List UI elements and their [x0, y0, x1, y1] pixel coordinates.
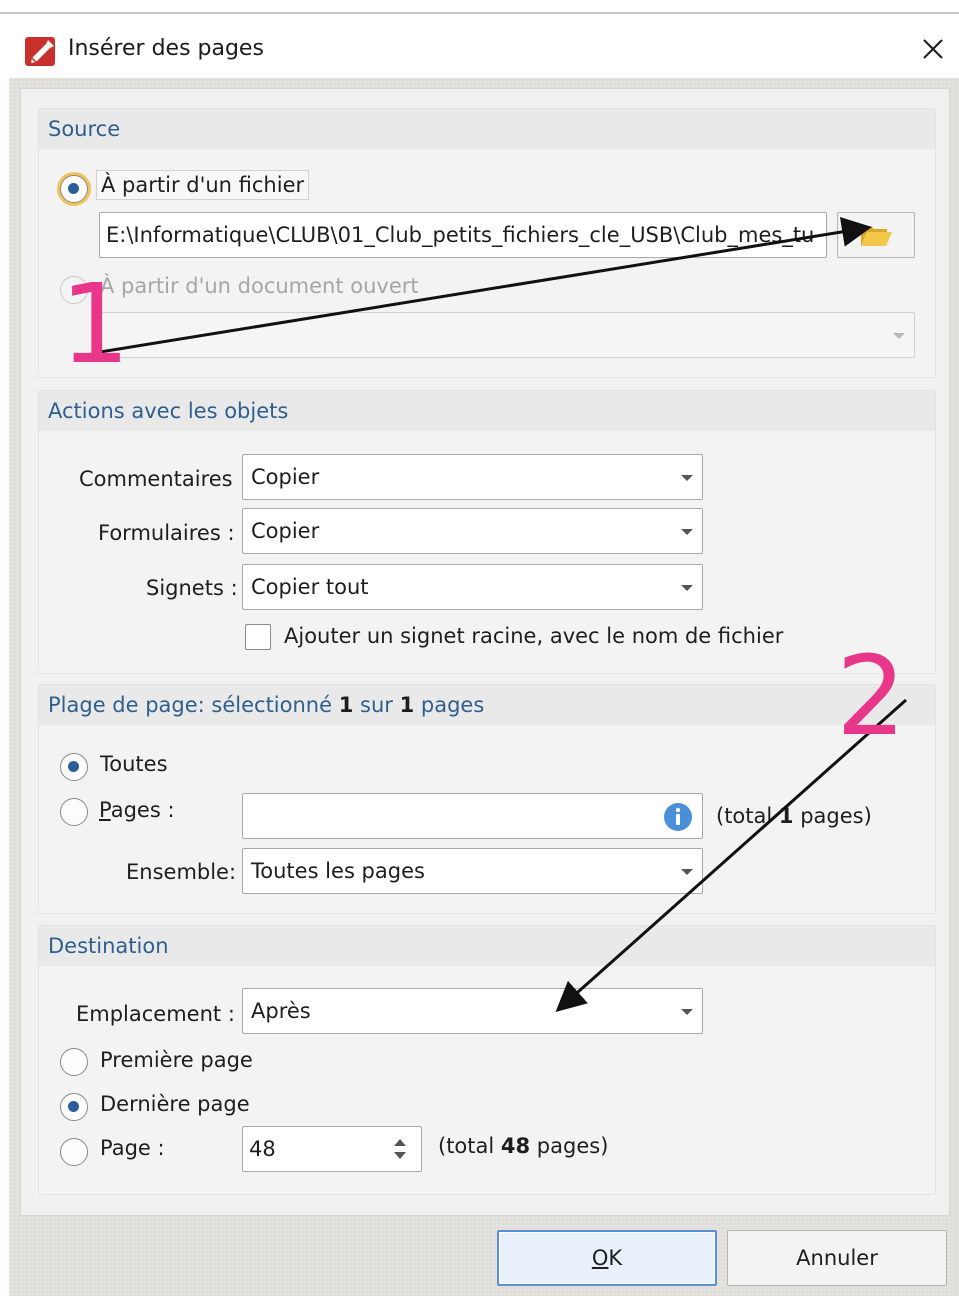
file-path-value: E:\Informatique\CLUB\01_Club_petits_fich… [106, 223, 815, 247]
insert-pages-dialog: Insérer des pages Source À partir d'un f… [0, 0, 959, 1296]
set-value: Toutes les pages [251, 859, 425, 883]
page-total-text: (total 48 pages) [438, 1134, 609, 1158]
set-select[interactable]: Toutes les pages [242, 848, 703, 894]
bookmarks-select[interactable]: Copier tout [242, 564, 703, 610]
last-page-label[interactable]: Dernière page [100, 1092, 250, 1116]
page-range-title: Plage de page: sélectionné 1 sur 1 pages [48, 693, 485, 717]
page-radio[interactable] [60, 1138, 88, 1166]
cancel-button[interactable]: Annuler [727, 1230, 947, 1286]
stepper-arrows-icon[interactable] [391, 1135, 409, 1163]
source-section-title: Source [48, 117, 121, 141]
comments-label: Commentaires [79, 467, 233, 491]
bookmarks-value: Copier tout [251, 575, 369, 599]
from-open-document-label: À partir d'un document ouvert [100, 274, 419, 298]
forms-value: Copier [251, 519, 320, 543]
bookmarks-label: Signets : [146, 576, 238, 600]
pages-total-text: (total 1 pages) [716, 804, 872, 828]
pdf-editor-icon [25, 37, 55, 66]
last-page-radio[interactable] [60, 1093, 88, 1121]
chevron-down-icon [681, 869, 693, 875]
comments-select[interactable]: Copier [242, 454, 703, 500]
dialog-title: Insérer des pages [68, 36, 264, 61]
chevron-down-icon [893, 333, 905, 339]
from-file-radio[interactable] [60, 175, 88, 203]
object-actions-title: Actions avec les objets [48, 399, 289, 423]
all-pages-radio[interactable] [60, 753, 88, 781]
root-bookmark-label[interactable]: Ajouter un signet racine, avec le nom de… [284, 624, 783, 648]
browse-file-button[interactable] [837, 212, 915, 258]
destination-title: Destination [48, 934, 169, 958]
folder-open-icon [861, 226, 892, 246]
ok-button[interactable]: OK [497, 1230, 717, 1286]
info-icon[interactable] [663, 802, 693, 832]
chevron-down-icon [681, 585, 693, 591]
pages-input[interactable] [242, 793, 703, 839]
from-file-label[interactable]: À partir d'un fichier [96, 170, 310, 200]
location-value: Après [251, 999, 311, 1023]
root-bookmark-checkbox[interactable] [245, 624, 271, 650]
close-icon [923, 39, 943, 59]
comments-value: Copier [251, 465, 320, 489]
close-button[interactable] [910, 26, 956, 72]
location-select[interactable]: Après [242, 988, 703, 1034]
location-label: Emplacement : [76, 1002, 235, 1026]
page-number-value: 48 [249, 1137, 276, 1161]
chevron-down-icon [681, 529, 693, 535]
pages-label[interactable]: Pages : [99, 798, 175, 822]
first-page-label[interactable]: Première page [100, 1048, 253, 1072]
chevron-down-icon [681, 475, 693, 481]
open-document-select[interactable] [99, 312, 915, 358]
forms-select[interactable]: Copier [242, 508, 703, 554]
forms-label: Formulaires : [98, 521, 235, 545]
title-bar: Insérer des pages [0, 16, 959, 78]
chevron-down-icon [681, 1009, 693, 1015]
all-pages-label[interactable]: Toutes [100, 752, 168, 776]
page-number-stepper[interactable]: 48 [242, 1126, 422, 1172]
page-label[interactable]: Page : [100, 1136, 165, 1160]
window-top-border [0, 0, 959, 14]
pages-radio[interactable] [60, 798, 88, 826]
set-label: Ensemble: [126, 860, 237, 884]
from-open-document-radio[interactable] [60, 276, 88, 304]
file-path-input[interactable]: E:\Informatique\CLUB\01_Club_petits_fich… [99, 212, 827, 258]
first-page-radio[interactable] [60, 1048, 88, 1076]
